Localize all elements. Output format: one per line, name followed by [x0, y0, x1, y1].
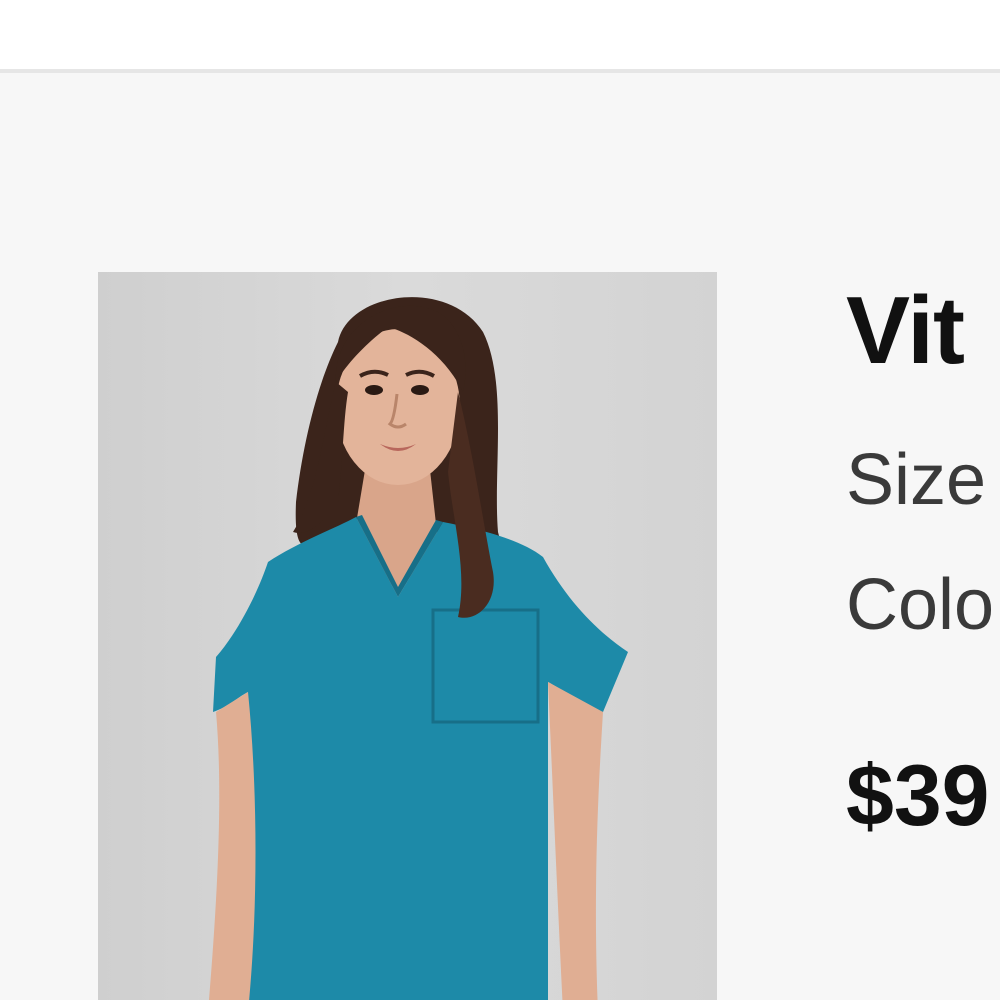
- product-size-label: Size: [846, 440, 987, 520]
- product-photo-illustration: [208, 297, 628, 1000]
- header-bar: [0, 0, 1000, 69]
- product-price: $39: [846, 748, 990, 844]
- product-title: Vit: [846, 277, 965, 384]
- product-detail-section: Vit Size Colo $39: [0, 73, 1000, 1000]
- product-color-label: Colo: [846, 565, 995, 645]
- product-image[interactable]: [98, 272, 717, 1000]
